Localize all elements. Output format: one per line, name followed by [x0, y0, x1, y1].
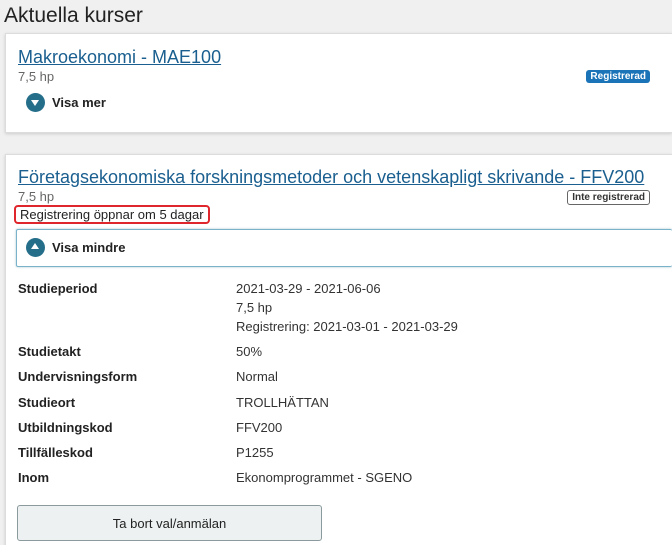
detail-label: Tillfälleskod	[18, 445, 93, 460]
registration-notice: Registrering öppnar om 5 dagar	[14, 205, 210, 224]
toggle-label: Visa mindre	[52, 240, 126, 255]
detail-label: Inom	[18, 470, 50, 485]
course-card-mae100: Makroekonomi - MAE100 7,5 hp Registrerad…	[5, 33, 672, 133]
status-badge-not-registered: Inte registrerad	[567, 190, 650, 205]
detail-value: Normal	[236, 369, 278, 384]
detail-label: Studietakt	[18, 344, 81, 359]
page-title: Aktuella kurser	[4, 4, 143, 27]
detail-label: Studieperiod	[18, 281, 98, 296]
detail-label: Utbildningskod	[18, 420, 113, 435]
remove-registration-button[interactable]: Ta bort val/anmälan	[17, 505, 322, 541]
detail-value: FFV200	[236, 420, 283, 435]
course-title-link[interactable]: Företagsekonomiska forskningsmetoder och…	[18, 167, 644, 188]
chevron-up-icon	[26, 238, 45, 257]
detail-value: P1255	[236, 445, 274, 460]
detail-credits: 7,5 hp	[236, 300, 273, 315]
chevron-down-icon	[26, 93, 45, 112]
status-badge-registered: Registrerad	[586, 70, 650, 83]
detail-label: Undervisningsform	[18, 369, 138, 384]
detail-value: TROLLHÄTTAN	[236, 395, 329, 410]
course-credits: 7,5 hp	[18, 69, 55, 84]
toggle-label: Visa mer	[52, 95, 106, 110]
detail-value: 2021-03-29 - 2021-06-06	[236, 281, 381, 296]
show-more-toggle[interactable]: Visa mer	[26, 93, 106, 112]
detail-value: 50%	[236, 344, 263, 359]
detail-label: Studieort	[18, 395, 76, 410]
course-title-link[interactable]: Makroekonomi - MAE100	[18, 47, 221, 68]
detail-value: Ekonomprogrammet - SGENO	[236, 470, 413, 485]
course-credits: 7,5 hp	[18, 189, 55, 204]
show-less-toggle[interactable]: Visa mindre	[26, 238, 125, 257]
course-card-ffv200: Företagsekonomiska forskningsmetoder och…	[5, 154, 672, 545]
show-less-toggle-container[interactable]: Visa mindre	[16, 229, 672, 267]
detail-registration-period: Registrering: 2021-03-01 - 2021-03-29	[236, 319, 458, 334]
